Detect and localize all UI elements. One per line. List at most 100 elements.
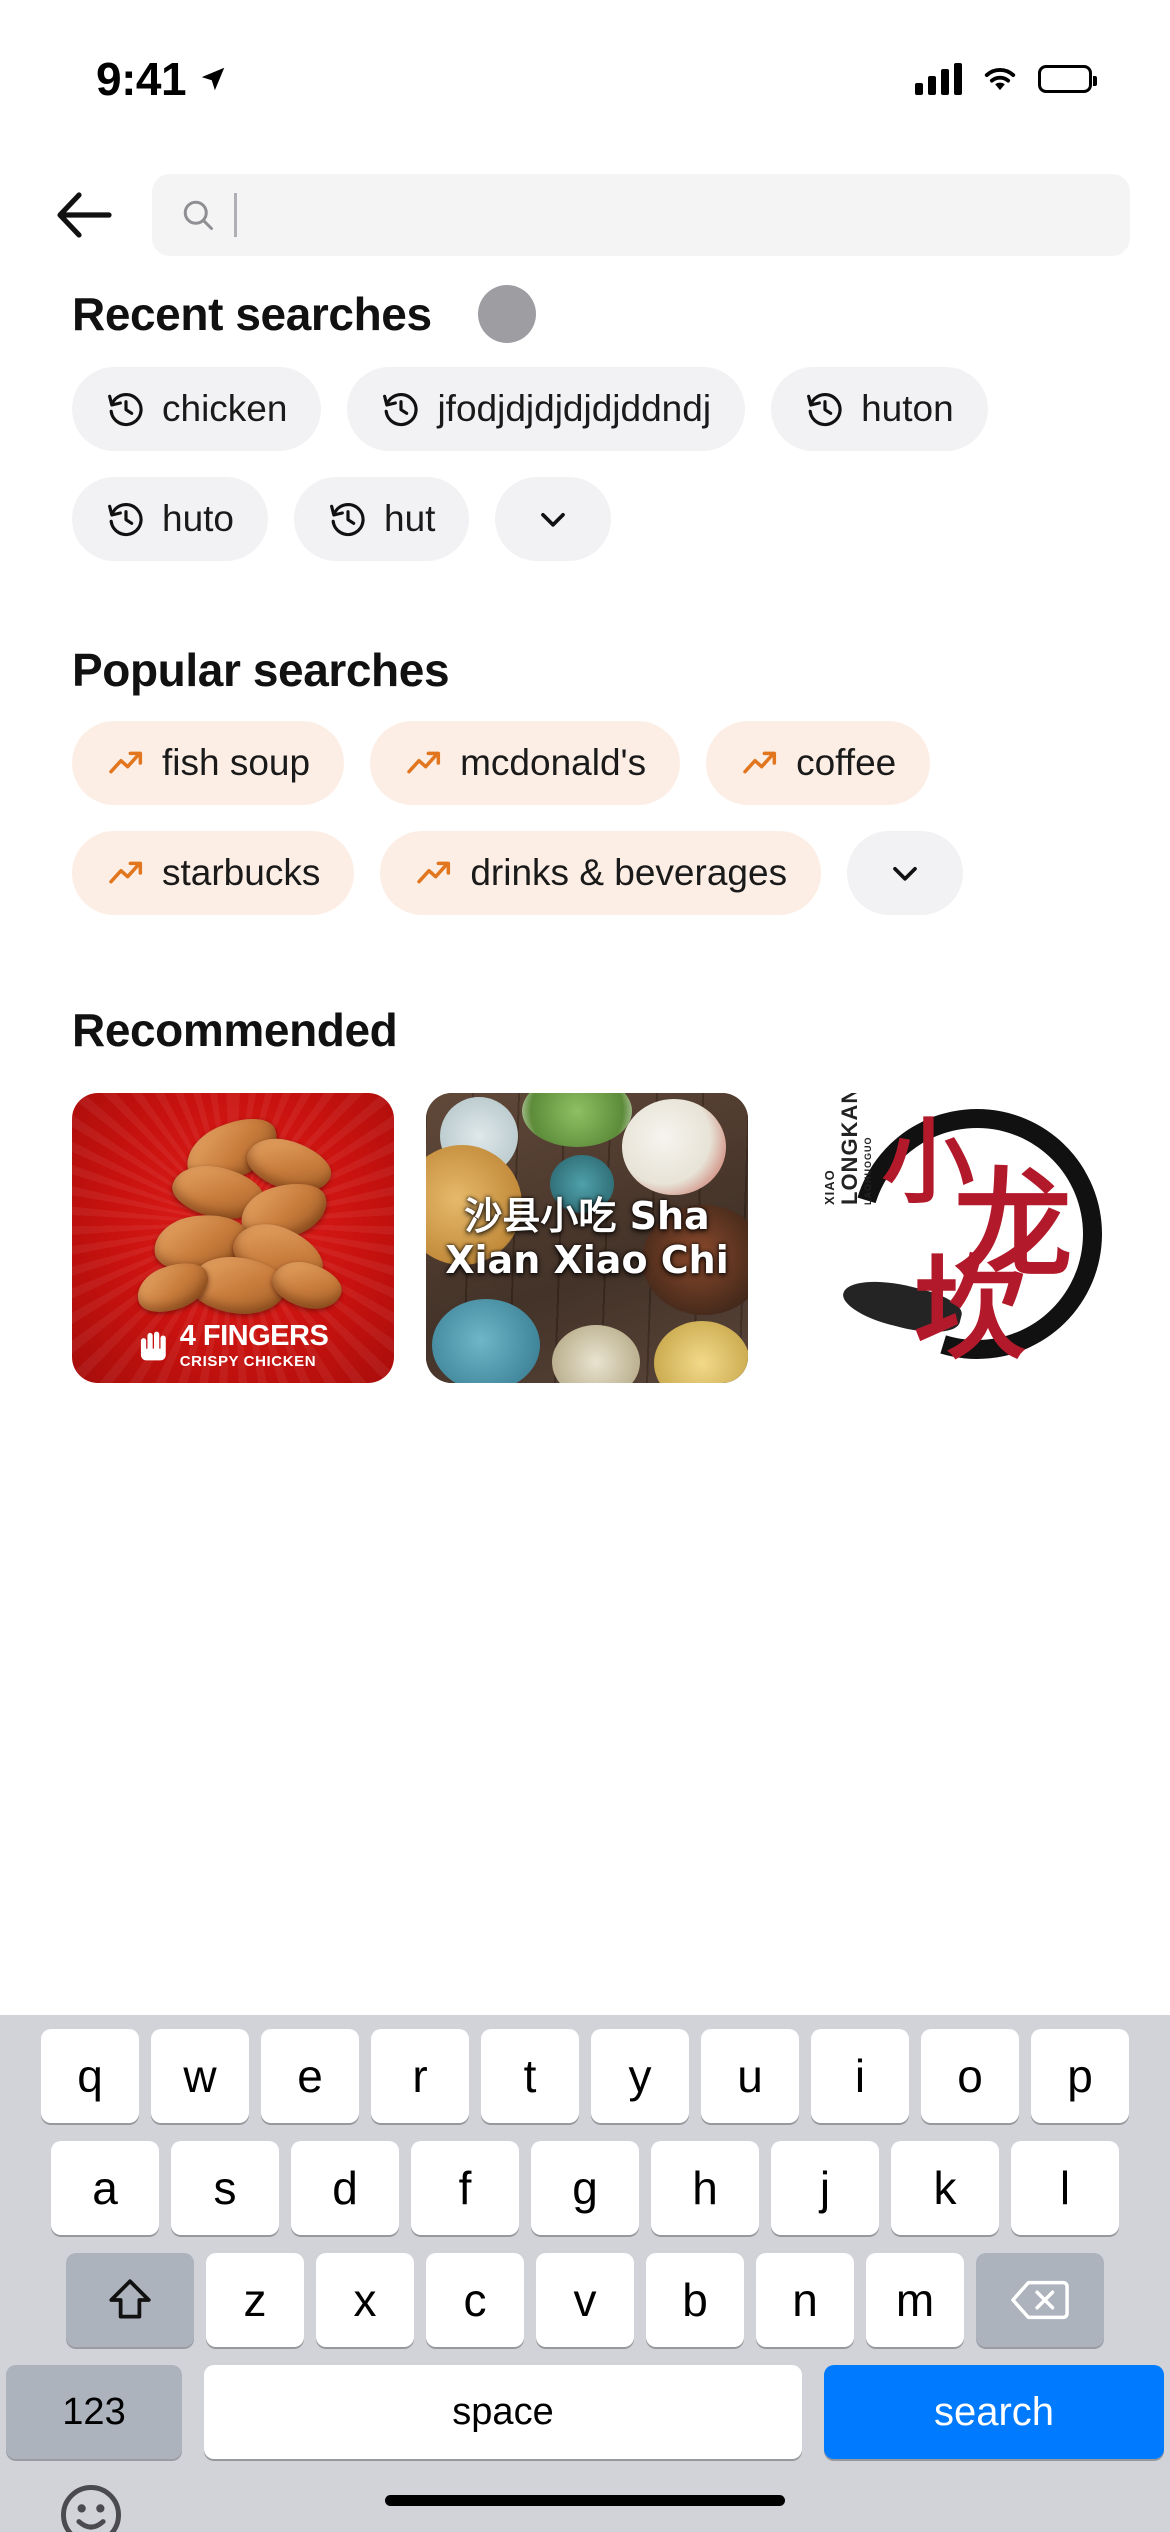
search-header	[0, 160, 1170, 270]
card-caption: 沙县小吃 Sha Xian Xiao Chi	[445, 1193, 729, 1282]
search-input[interactable]	[255, 194, 1102, 236]
trending-up-icon	[417, 861, 451, 884]
key-e[interactable]: e	[261, 2029, 359, 2123]
recent-chip-label: jfodjdjdjdjdjddndj	[437, 388, 712, 429]
recent-searches-title: Recent searches	[72, 288, 432, 340]
logo-glyph-3: 坎	[914, 1245, 1026, 1375]
on-screen-keyboard: q w e r t y u i o p a s d f g h j k l z …	[0, 2015, 1170, 2532]
popular-chip[interactable]: starbucks	[72, 831, 355, 915]
key-f[interactable]: f	[411, 2141, 519, 2235]
key-m[interactable]: m	[866, 2253, 964, 2347]
numbers-key[interactable]: 123	[6, 2365, 182, 2459]
emoji-smiley-icon[interactable]	[58, 2482, 124, 2532]
popular-searches-header: Popular searches	[72, 643, 1098, 721]
delete-key[interactable]	[976, 2253, 1104, 2347]
key-w[interactable]: w	[151, 2029, 249, 2123]
key-d[interactable]: d	[291, 2141, 399, 2235]
recent-chip-label: huto	[162, 498, 235, 539]
key-t[interactable]: t	[481, 2029, 579, 2123]
battery-full-icon	[1038, 65, 1097, 93]
key-p[interactable]: p	[1031, 2029, 1129, 2123]
recent-chip[interactable]: jfodjdjdjdjdjddndj	[347, 367, 746, 451]
recent-chip-label: hut	[384, 498, 436, 539]
recent-chip[interactable]: hut	[294, 477, 470, 561]
recommended-card-xiao-longkan[interactable]: 小 龙 坎 XIAO LONGKAN LAOHUOGUO	[780, 1093, 1102, 1383]
space-key[interactable]: space	[204, 2365, 802, 2459]
popular-chip-label: fish soup	[162, 742, 311, 783]
key-n[interactable]: n	[756, 2253, 854, 2347]
key-u[interactable]: u	[701, 2029, 799, 2123]
popular-searches-section: Popular searches fish soup mcdonald's co…	[0, 643, 1170, 915]
keyboard-row-2: a s d f g h j k l	[0, 2141, 1170, 2235]
food-dish	[432, 1299, 540, 1383]
status-time: 9:41	[96, 53, 187, 105]
main-content: Recent searches chicken jfodjdjdjdjdjddn…	[0, 285, 1170, 1383]
shift-up-arrow-icon	[109, 2279, 151, 2319]
recent-chip[interactable]: huto	[72, 477, 269, 561]
popular-chip-label: coffee	[796, 742, 897, 783]
key-l[interactable]: l	[1011, 2141, 1119, 2235]
recent-searches-section: Recent searches chicken jfodjdjdjdjdjddn…	[0, 285, 1170, 561]
recent-chip-label: huton	[861, 388, 954, 429]
status-bar-right	[915, 63, 1097, 95]
popular-chip[interactable]: coffee	[706, 721, 931, 805]
trending-up-icon	[743, 751, 777, 774]
popular-searches-title: Popular searches	[72, 644, 450, 696]
recent-searches-header: Recent searches	[72, 285, 1098, 367]
keyboard-row-3: z x c v b n m	[0, 2253, 1170, 2347]
popular-chip[interactable]: drinks & beverages	[380, 831, 822, 915]
recommended-card-4-fingers[interactable]: 4 FINGERS CRISPY CHICKEN	[72, 1093, 394, 1383]
key-b[interactable]: b	[646, 2253, 744, 2347]
key-g[interactable]: g	[531, 2141, 639, 2235]
food-dish	[622, 1099, 726, 1195]
recent-expand-button[interactable]	[495, 477, 612, 561]
popular-chip-label: starbucks	[162, 852, 321, 893]
fried-chicken-image	[128, 1106, 347, 1329]
history-clock-icon	[108, 503, 143, 537]
key-c[interactable]: c	[426, 2253, 524, 2347]
chevron-down-icon	[541, 513, 566, 527]
cellular-signal-icon	[915, 63, 962, 95]
key-k[interactable]: k	[891, 2141, 999, 2235]
history-clock-icon	[807, 393, 842, 427]
search-key[interactable]: search	[824, 2365, 1164, 2459]
back-button[interactable]	[40, 170, 130, 260]
key-r[interactable]: r	[371, 2029, 469, 2123]
recent-chip-label: chicken	[162, 388, 288, 429]
clear-history-button[interactable]	[477, 285, 536, 343]
key-q[interactable]: q	[41, 2029, 139, 2123]
recent-chip-list: chicken jfodjdjdjdjdjddndj huton huto hu…	[72, 367, 1098, 561]
status-bar: 9:41	[0, 0, 1170, 130]
history-clock-icon	[330, 503, 365, 537]
key-y[interactable]: y	[591, 2029, 689, 2123]
wifi-icon	[984, 68, 1016, 91]
key-j[interactable]: j	[771, 2141, 879, 2235]
brand-lockup: 4 FINGERS CRISPY CHICKEN	[72, 1322, 394, 1369]
popular-chip[interactable]: mcdonald's	[370, 721, 681, 805]
recent-chip[interactable]: huton	[771, 367, 988, 451]
popular-expand-button[interactable]	[847, 831, 964, 915]
key-z[interactable]: z	[206, 2253, 304, 2347]
key-o[interactable]: o	[921, 2029, 1019, 2123]
key-s[interactable]: s	[171, 2141, 279, 2235]
chevron-down-icon	[893, 867, 917, 881]
recommended-card-list: 4 FINGERS CRISPY CHICKEN 沙县小吃 Sha Xian X…	[0, 1093, 1170, 1383]
brand-subtitle: CRISPY CHICKEN	[179, 1353, 317, 1370]
search-icon	[183, 200, 213, 230]
key-i[interactable]: i	[811, 2029, 909, 2123]
popular-chip-list: fish soup mcdonald's coffee starbucks dr…	[72, 721, 1098, 915]
key-x[interactable]: x	[316, 2253, 414, 2347]
logo-latin-line-2: LONGKAN	[837, 1093, 862, 1205]
recent-chip[interactable]: chicken	[72, 367, 322, 451]
logo-latin-line-1: XIAO	[822, 1169, 837, 1205]
brand-text: 4 FINGERS CRISPY CHICKEN	[179, 1322, 329, 1370]
shift-key[interactable]	[66, 2253, 194, 2347]
key-a[interactable]: a	[51, 2141, 159, 2235]
search-field[interactable]	[152, 174, 1130, 256]
recommended-card-sha-xian-xiao-chi[interactable]: 沙县小吃 Sha Xian Xiao Chi	[426, 1093, 748, 1383]
recommended-section: Recommended 4 FINGERS CRISPY CHICKEN 沙县小…	[0, 1003, 1170, 1383]
key-h[interactable]: h	[651, 2141, 759, 2235]
key-v[interactable]: v	[536, 2253, 634, 2347]
logo-latin-text: XIAO LONGKAN LAOHUOGUO	[822, 1093, 873, 1205]
popular-chip[interactable]: fish soup	[72, 721, 345, 805]
